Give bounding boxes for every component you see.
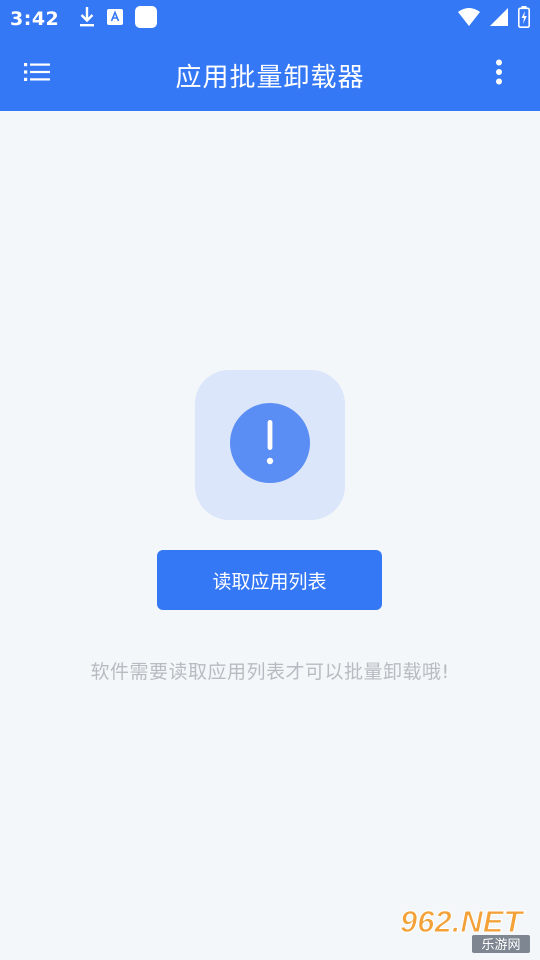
page-title: 应用批量卸载器 bbox=[175, 63, 365, 93]
load-app-list-button[interactable]: 读取应用列表 bbox=[157, 550, 382, 610]
watermark-subtext: 乐游网 bbox=[481, 938, 520, 953]
empty-state-icon-container bbox=[195, 370, 345, 520]
translate-icon bbox=[106, 8, 124, 30]
watermark-text: 962.NET bbox=[400, 904, 525, 939]
download-icon bbox=[78, 6, 96, 32]
more-vert-icon bbox=[495, 59, 503, 89]
system-status-icons bbox=[458, 6, 530, 32]
toolbar: 应用批量卸载器 bbox=[0, 38, 540, 111]
empty-state-hint: 软件需要读取应用列表才可以批量卸载哦! bbox=[90, 661, 450, 683]
more-options-button[interactable] bbox=[480, 55, 518, 93]
app-notification-icon bbox=[134, 5, 158, 33]
battery-charging-icon bbox=[518, 6, 530, 32]
app-header: 3:42 应用批量卸载器 bbox=[0, 0, 540, 111]
status-bar: 3:42 bbox=[0, 0, 540, 38]
alert-circle-icon bbox=[229, 402, 311, 488]
watermark-logo: 962.NET 乐游网 bbox=[398, 900, 534, 956]
signal-icon bbox=[490, 8, 508, 30]
notification-icons bbox=[78, 5, 158, 33]
wifi-icon bbox=[458, 8, 480, 30]
status-time: 3:42 bbox=[10, 8, 60, 30]
